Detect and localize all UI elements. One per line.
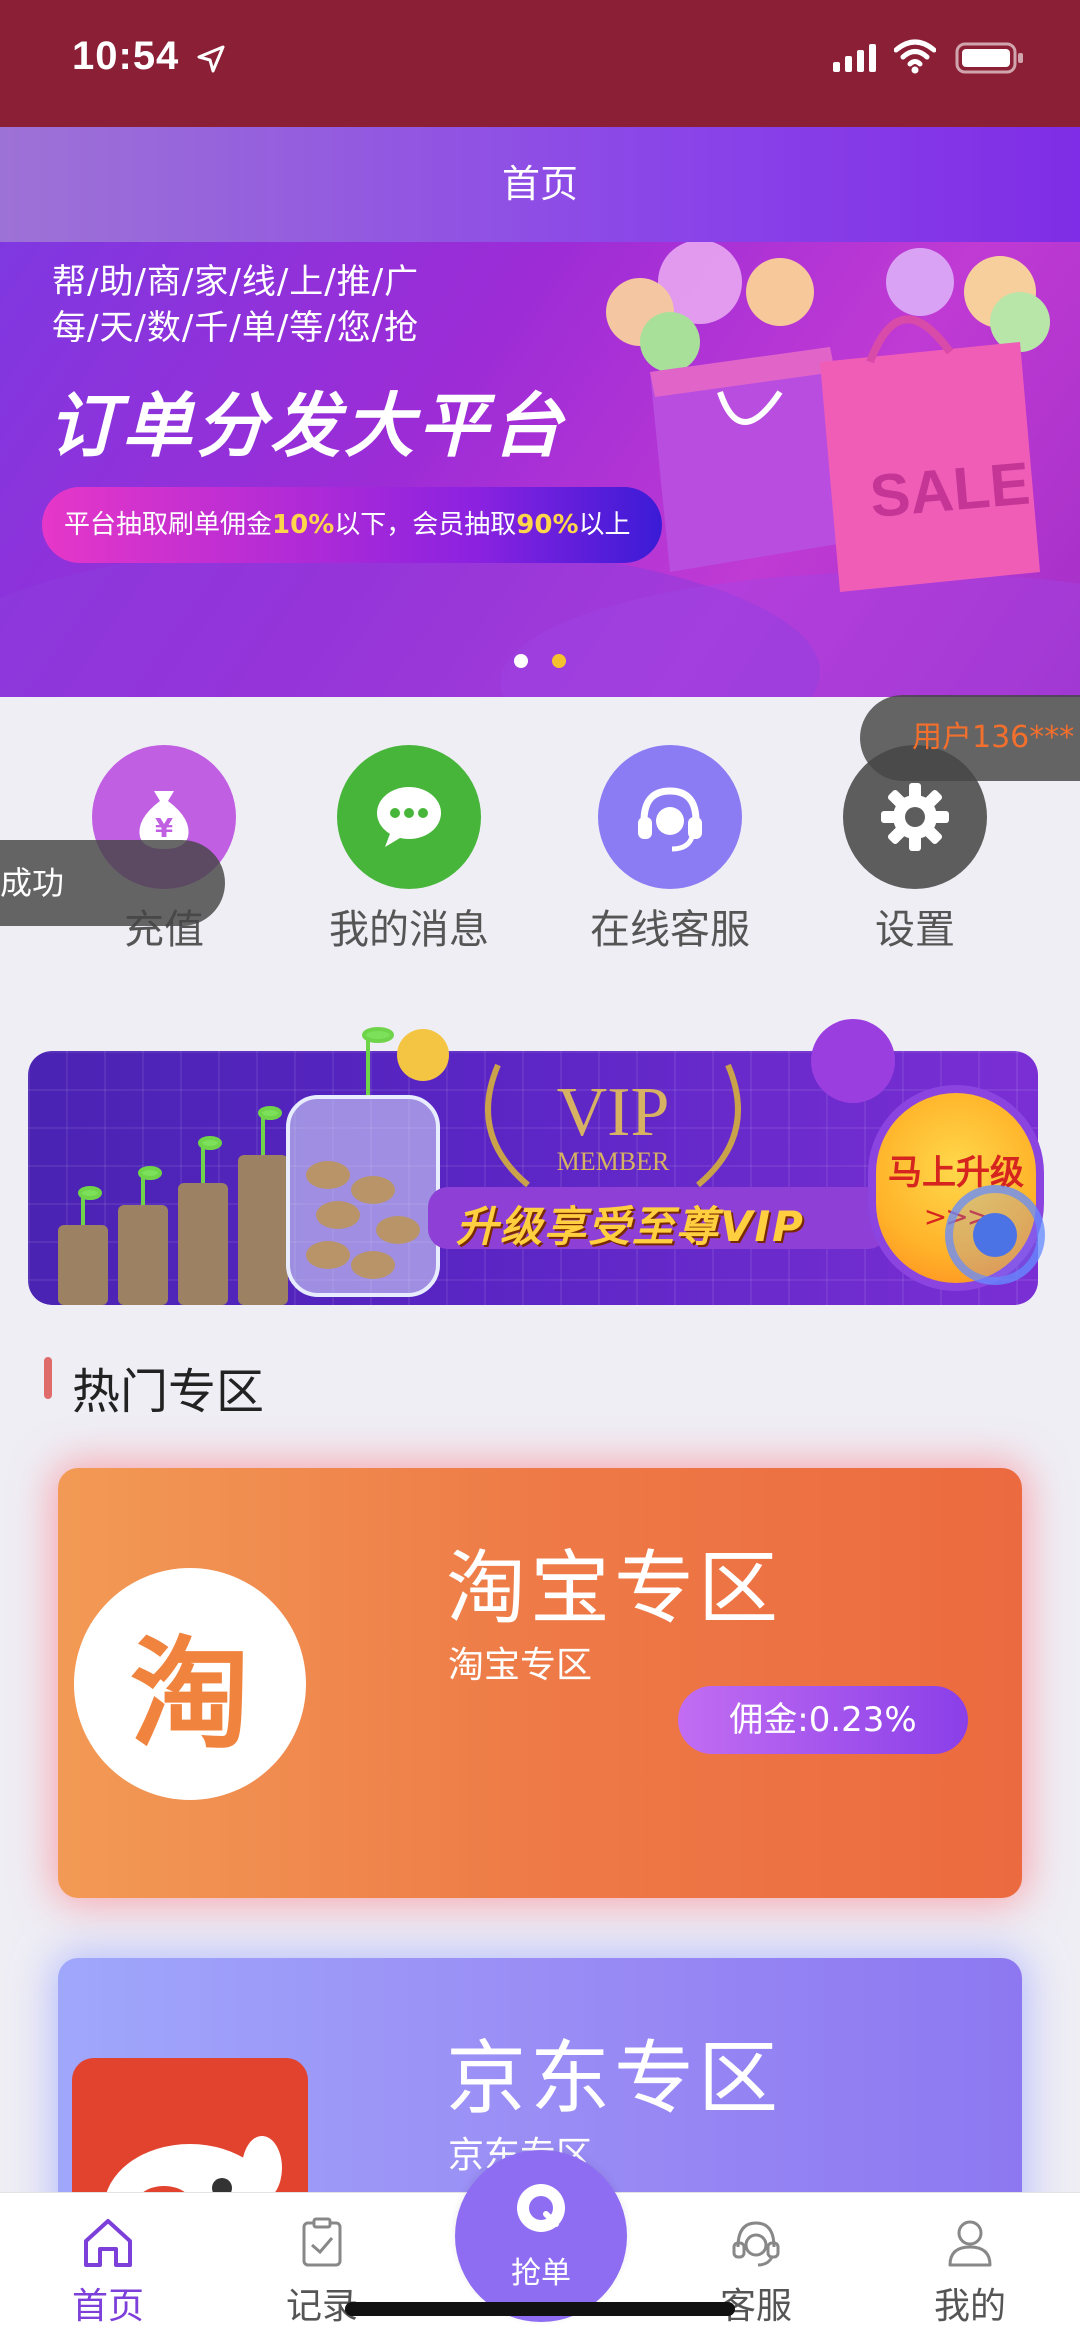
page-header: 首页 (0, 127, 1080, 242)
tab-grab-label: 抢单 (511, 2256, 571, 2291)
chat-bubble-icon (377, 787, 441, 847)
banner-tagline-2: 每/天/数/千/单/等/您/抢 (52, 308, 420, 348)
hot-zones-title: 热门专区 (72, 1364, 265, 1420)
banner-title: 订单分发大平台 (48, 385, 566, 467)
my-messages-label: 我的消息 (329, 907, 489, 953)
home-icon (84, 2219, 132, 2267)
home-indicator (345, 2302, 735, 2316)
taobao-logo: 淘 (74, 1568, 306, 1800)
taobao-zone-card[interactable]: 淘 淘宝专区 淘宝专区 佣金:0.23% (58, 1468, 1022, 1898)
location-arrow-icon (197, 45, 225, 73)
messages-icon-circle (337, 745, 481, 889)
commission-badge: 佣金:0.23% (678, 1686, 968, 1754)
carousel-dot[interactable] (514, 654, 528, 668)
tab-grab-order[interactable]: 抢单 (455, 2150, 627, 2322)
settings-label: 设置 (875, 907, 955, 953)
pill-text: 以下，会员抽取 (334, 510, 517, 540)
headset-icon (732, 2221, 780, 2267)
member-text: MEMBER (557, 1147, 670, 1176)
gear-icon (881, 783, 949, 851)
zone-subtitle: 淘宝专区 (448, 1645, 593, 1686)
wifi-icon (894, 39, 936, 74)
battery-icon (955, 42, 1023, 74)
floating-button-dot (973, 1213, 1017, 1257)
pill-text: 平台抽取刷单佣金 (64, 510, 273, 540)
vip-slogan: 升级享受至尊VIP (456, 1202, 805, 1251)
status-bar: 10:54 (0, 0, 1080, 127)
online-service-label: 在线客服 (590, 907, 750, 953)
sale-text: SALE (867, 449, 1032, 530)
floating-assistive-button[interactable] (945, 1185, 1045, 1285)
zone-title: 淘宝专区 (446, 1542, 782, 1635)
success-toast: 成功 (0, 840, 225, 926)
cellular-signal-icon (833, 44, 876, 72)
tab-home-label: 首页 (71, 2286, 144, 2327)
vip-upgrade-banner[interactable]: VIP MEMBER 升级享受至尊VIP 马上升级 >>> (28, 1015, 1050, 1305)
tab-home[interactable]: 首页 (38, 2193, 178, 2337)
shopping-bags-balloons-illustration: SALE (606, 242, 1050, 592)
page-title: 首页 (501, 162, 578, 206)
online-service-button[interactable]: 在线客服 (570, 745, 770, 953)
banner-commission-pill: 平台抽取刷单佣金10%以下，会员抽取90%以上 (42, 487, 662, 563)
headset-icon (638, 787, 702, 852)
promo-banner-carousel[interactable]: 帮/助/商/家/线/上/推/广 每/天/数/千/单/等/您/抢 订单分发大平台 … (0, 242, 1080, 697)
status-time: 10:54 (72, 34, 180, 78)
vip-text: VIP (557, 1074, 670, 1151)
user-icon (948, 2220, 992, 2267)
carousel-dot-active[interactable] (552, 654, 566, 668)
pill-rate: 90% (516, 510, 579, 540)
pill-rate: 10% (272, 510, 335, 540)
zone-title: 京东专区 (446, 2032, 782, 2125)
my-messages-button[interactable]: 我的消息 (309, 745, 509, 953)
tab-mine[interactable]: 我的 (900, 2193, 1040, 2337)
service-icon-circle (598, 745, 742, 889)
banner-tagline-1: 帮/助/商/家/线/上/推/广 (52, 262, 420, 302)
grab-order-icon (517, 2184, 565, 2232)
section-title-bar (44, 1357, 52, 1399)
upgrade-now-label: 马上升级 (888, 1153, 1024, 1193)
tab-mine-label: 我的 (933, 2286, 1006, 2327)
taobao-logo-text: 淘 (130, 1626, 250, 1765)
user-notification-toast: 用户136*** (860, 695, 1080, 781)
clipboard-check-icon (302, 2217, 342, 2267)
